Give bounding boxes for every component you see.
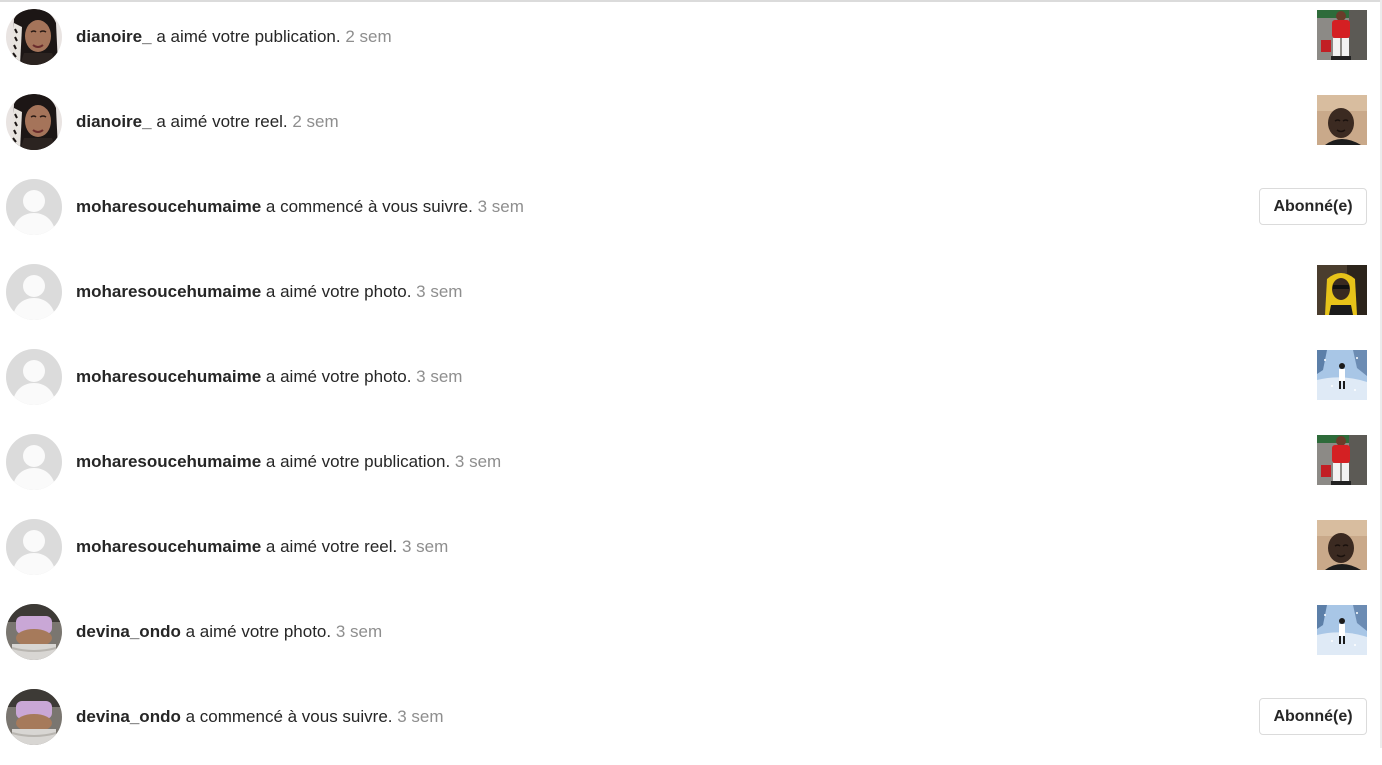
following-button[interactable]: Abonné(e) [1259,698,1367,735]
username-link[interactable]: moharesoucehumaime [76,537,261,556]
user-avatar[interactable] [6,519,62,575]
notification-row[interactable]: moharesoucehumaime a aimé votre reel. 3 … [0,510,1382,595]
user-avatar[interactable] [6,434,62,490]
post-thumbnail[interactable] [1317,95,1367,145]
user-avatar[interactable] [6,179,62,235]
username-link[interactable]: devina_ondo [76,707,181,726]
notification-text: devina_ondo a commencé à vous suivre. 3 … [76,707,444,727]
notification-row[interactable]: dianoire_ a aimé votre publication. 2 se… [0,0,1382,85]
notification-action: a aimé votre reel. [261,537,402,556]
notification-row[interactable]: moharesoucehumaime a commencé à vous sui… [0,170,1382,255]
username-link[interactable]: devina_ondo [76,622,181,641]
notification-action: a aimé votre publication. [151,27,346,46]
notification-text: dianoire_ a aimé votre reel. 2 sem [76,112,339,132]
user-avatar[interactable] [6,349,62,405]
notification-text: moharesoucehumaime a aimé votre photo. 3… [76,282,462,302]
user-avatar[interactable] [6,604,62,660]
notification-time: 2 sem [292,112,339,131]
notification-time: 3 sem [416,367,463,386]
notification-row[interactable]: moharesoucehumaime a aimé votre publicat… [0,425,1382,510]
following-button[interactable]: Abonné(e) [1259,188,1367,225]
notification-row[interactable]: devina_ondo a commencé à vous suivre. 3 … [0,680,1382,765]
post-thumbnail[interactable] [1317,350,1367,400]
notification-text: moharesoucehumaime a commencé à vous sui… [76,197,524,217]
user-avatar[interactable] [6,689,62,745]
user-avatar[interactable] [6,264,62,320]
notification-action: a commencé à vous suivre. [180,707,398,726]
notification-action: a aimé votre photo. [180,622,336,641]
notification-text: moharesoucehumaime a aimé votre photo. 3… [76,367,462,387]
notification-action: a aimé votre photo. [261,367,417,386]
user-avatar[interactable] [6,9,62,65]
post-thumbnail[interactable] [1317,435,1367,485]
notification-action: a aimé votre publication. [261,452,455,471]
post-thumbnail[interactable] [1317,605,1367,655]
post-thumbnail[interactable] [1317,265,1367,315]
notification-row[interactable]: moharesoucehumaime a aimé votre photo. 3… [0,340,1382,425]
notification-action: a commencé à vous suivre. [261,197,478,216]
username-link[interactable]: dianoire_ [76,27,152,46]
username-link[interactable]: dianoire_ [76,112,152,131]
user-avatar[interactable] [6,94,62,150]
username-link[interactable]: moharesoucehumaime [76,197,261,216]
notification-time: 3 sem [477,197,524,216]
notification-time: 3 sem [397,707,444,726]
notification-row[interactable]: moharesoucehumaime a aimé votre photo. 3… [0,255,1382,340]
notification-time: 3 sem [335,622,383,641]
username-link[interactable]: moharesoucehumaime [76,282,261,301]
post-thumbnail[interactable] [1317,520,1367,570]
notification-time: 3 sem [454,452,502,471]
notification-row[interactable]: dianoire_ a aimé votre reel. 2 sem [0,85,1382,170]
notification-time: 3 sem [416,282,463,301]
notification-text: dianoire_ a aimé votre publication. 2 se… [76,27,392,47]
notification-text: devina_ondo a aimé votre photo. 3 sem [76,622,382,642]
notification-row[interactable]: devina_ondo a aimé votre photo. 3 sem [0,595,1382,680]
post-thumbnail[interactable] [1317,10,1367,60]
username-link[interactable]: moharesoucehumaime [76,452,261,471]
notification-time: 2 sem [345,27,392,46]
notification-text: moharesoucehumaime a aimé votre reel. 3 … [76,537,448,557]
notification-action: a aimé votre reel. [151,112,293,131]
username-link[interactable]: moharesoucehumaime [76,367,261,386]
notification-time: 3 sem [401,537,449,556]
notification-text: moharesoucehumaime a aimé votre publicat… [76,452,501,472]
notification-action: a aimé votre photo. [261,282,417,301]
